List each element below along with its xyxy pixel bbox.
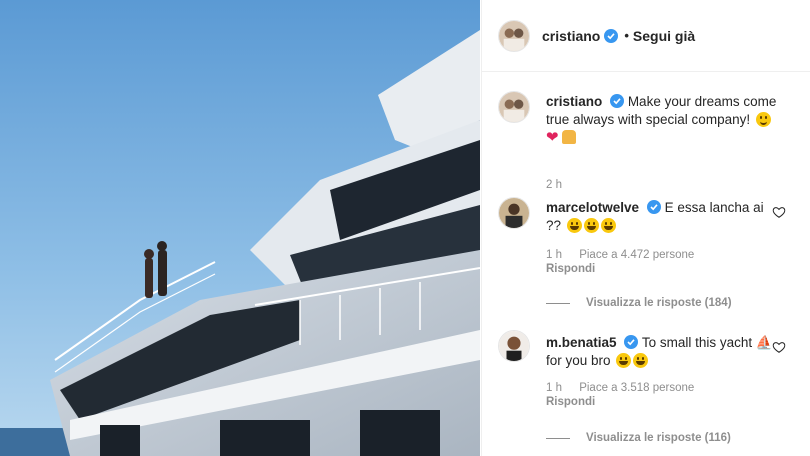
heart-outline-icon[interactable] [772, 205, 786, 219]
comment-likes[interactable]: Piace a 3.518 persone [579, 382, 694, 394]
comment-meta: 1 h Piace a 3.518 persone [546, 382, 708, 394]
separator-dot: • [624, 28, 629, 43]
red-heart-emoji: ❤ [546, 129, 559, 146]
heart-outline-icon[interactable] [772, 340, 786, 354]
verified-badge-icon [610, 94, 625, 108]
caption-item: cristiano Make your dreams come true alw… [498, 91, 798, 191]
comment-username[interactable]: marcelotwelve [546, 200, 639, 215]
post-header: cristiano • Segui già [482, 0, 810, 72]
comment-time[interactable]: 1 h [546, 382, 562, 394]
comment-time[interactable]: 1 h [546, 249, 562, 261]
comment-text: marcelotwelve E essa lancha ai ?? [546, 199, 782, 235]
verified-badge-icon [624, 335, 639, 349]
laughing-emoji [566, 218, 582, 233]
caption-text: cristiano Make your dreams come true alw… [546, 93, 786, 147]
reply-button[interactable]: Rispondi [546, 263, 595, 275]
comment-text: m.benatia5 To small this yacht ⛵ for you… [546, 334, 782, 370]
praying-hands-emoji [562, 130, 577, 144]
divider-line [546, 437, 570, 439]
post-photo[interactable] [0, 0, 480, 456]
commenter-avatar[interactable] [498, 330, 530, 362]
laughing-emoji [583, 218, 599, 233]
view-replies-label: Visualizza le risposte (184) [586, 297, 732, 309]
caption-avatar[interactable] [498, 91, 530, 123]
view-replies-button[interactable]: Visualizza le risposte (116) [546, 432, 731, 444]
comment-likes[interactable]: Piace a 4.472 persone [579, 249, 694, 261]
view-replies-button[interactable]: Visualizza le risposte (184) [546, 297, 732, 309]
post-side-panel: cristiano • Segui già cristiano Make you… [481, 0, 810, 456]
reply-button[interactable]: Rispondi [546, 396, 595, 408]
laughing-emoji [616, 353, 632, 368]
caption-meta: 2 h [546, 179, 576, 191]
commenter-avatar[interactable] [498, 197, 530, 229]
comment-username[interactable]: m.benatia5 [546, 335, 617, 350]
view-replies-label: Visualizza le risposte (116) [586, 432, 731, 444]
comment-item: marcelotwelve E essa lancha ai ?? 1 h Pi… [498, 197, 798, 317]
comment-meta: 1 h Piace a 4.472 persone [546, 249, 708, 261]
follow-status-button[interactable]: Segui già [633, 28, 695, 44]
laughing-emoji [633, 353, 649, 368]
divider-line [546, 302, 570, 304]
comment-item: m.benatia5 To small this yacht ⛵ for you… [498, 330, 798, 456]
smile-emoji [755, 112, 771, 127]
verified-badge-icon [646, 200, 661, 214]
author-username[interactable]: cristiano [542, 28, 600, 44]
laughing-emoji [600, 218, 616, 233]
verified-badge-icon [604, 28, 619, 43]
caption-username[interactable]: cristiano [546, 94, 602, 109]
caption-time[interactable]: 2 h [546, 179, 562, 191]
author-avatar[interactable] [498, 19, 530, 52]
